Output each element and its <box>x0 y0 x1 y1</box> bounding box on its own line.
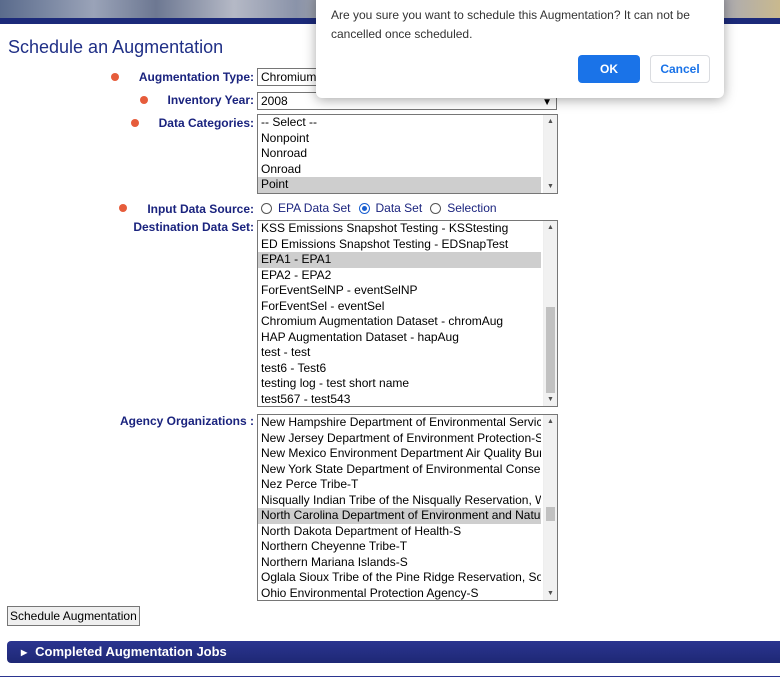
list-item[interactable]: Ohio Environmental Protection Agency-S <box>258 586 541 601</box>
list-item[interactable]: Nez Perce Tribe-T <box>258 477 541 493</box>
radio-data-set[interactable] <box>358 202 370 214</box>
required-asterisk-icon <box>117 202 129 214</box>
list-item[interactable]: KSS Emissions Snapshot Testing - KSStest… <box>258 221 541 237</box>
scrollbar[interactable]: ▲ ▼ <box>543 415 557 600</box>
list-item[interactable]: test6 - Test6 <box>258 361 541 377</box>
list-item[interactable]: HAP Augmentation Dataset - hapAug <box>258 330 541 346</box>
list-item[interactable]: Oglala Sioux Tribe of the Pine Ridge Res… <box>258 570 541 586</box>
list-item[interactable]: testing log - test short name <box>258 376 541 392</box>
ok-button[interactable]: OK <box>578 55 640 83</box>
scroll-down-icon[interactable]: ▼ <box>544 180 557 193</box>
cancel-button[interactable]: Cancel <box>650 55 710 83</box>
scrollbar[interactable]: ▲ ▼ <box>543 221 557 406</box>
destination-data-set-label: Destination Data Set: <box>133 220 254 234</box>
radio-label: Selection <box>447 201 497 215</box>
list-item[interactable]: North Dakota Department of Health-S <box>258 524 541 540</box>
augmentation-type-select[interactable]: Chromium <box>257 68 317 86</box>
list-item[interactable]: Northern Cheyenne Tribe-T <box>258 539 541 555</box>
completed-jobs-label: Completed Augmentation Jobs <box>35 644 227 659</box>
scrollbar-thumb[interactable] <box>546 307 555 393</box>
list-item[interactable]: test567 - test543 <box>258 392 541 407</box>
scroll-up-icon[interactable]: ▲ <box>544 115 557 128</box>
radio-label: EPA Data Set <box>278 201 351 215</box>
list-item[interactable]: New York State Department of Environment… <box>258 462 541 478</box>
scroll-down-icon[interactable]: ▼ <box>544 393 557 406</box>
list-item-selected[interactable]: EPA1 - EPA1 <box>258 252 541 268</box>
list-item[interactable]: New Jersey Department of Environment Pro… <box>258 431 541 447</box>
radio-label: Data Set <box>375 201 423 215</box>
list-item[interactable]: EPA2 - EPA2 <box>258 268 541 284</box>
input-data-source-label: Input Data Source: <box>147 202 254 216</box>
list-item[interactable]: New Hampshire Department of Environmenta… <box>258 415 541 431</box>
list-item-selected[interactable]: Point <box>258 177 541 193</box>
list-item[interactable]: Nonpoint <box>258 131 541 147</box>
scroll-up-icon[interactable]: ▲ <box>544 221 557 234</box>
scrollbar-thumb[interactable] <box>546 507 555 521</box>
schedule-augmentation-button[interactable]: Schedule Augmentation <box>7 606 140 626</box>
required-asterisk-icon <box>109 71 121 83</box>
scroll-up-icon[interactable]: ▲ <box>544 415 557 428</box>
data-categories-listbox[interactable]: -- Select -- Nonpoint Nonroad Onroad Poi… <box>257 114 558 194</box>
scrollbar[interactable]: ▲ ▼ <box>543 115 557 193</box>
page-title: Schedule an Augmentation <box>8 37 224 57</box>
list-item[interactable]: ED Emissions Snapshot Testing - EDSnapTe… <box>258 237 541 253</box>
list-item[interactable]: Nisqually Indian Tribe of the Nisqually … <box>258 493 541 509</box>
agency-organizations-label: Agency Organizations : <box>119 414 254 428</box>
list-item[interactable]: Onroad <box>258 162 541 178</box>
completed-jobs-section-toggle[interactable]: ▶ Completed Augmentation Jobs <box>7 641 780 663</box>
augmentation-type-label: Augmentation Type: <box>138 70 254 84</box>
caret-right-icon: ▶ <box>21 648 28 657</box>
list-item[interactable]: Chromium Augmentation Dataset - chromAug <box>258 314 541 330</box>
agency-organizations-listbox[interactable]: New Hampshire Department of Environmenta… <box>257 414 558 601</box>
input-data-source-radio-group: EPA Data Set Data Set Selection <box>261 201 505 215</box>
data-categories-label: Data Categories: <box>158 116 254 130</box>
list-item[interactable]: -- Select -- <box>258 115 541 131</box>
list-item[interactable]: ForEventSel - eventSel <box>258 299 541 315</box>
destination-data-set-listbox[interactable]: KSS Emissions Snapshot Testing - KSStest… <box>257 220 558 407</box>
list-item[interactable]: test - test <box>258 345 541 361</box>
list-item-selected[interactable]: North Carolina Department of Environment… <box>258 508 541 524</box>
confirm-dialog: Are you sure you want to schedule this A… <box>316 0 724 98</box>
footer-divider <box>0 676 780 677</box>
inventory-year-label: Inventory Year: <box>167 93 254 107</box>
list-item[interactable]: ForEventSelNP - eventSelNP <box>258 283 541 299</box>
radio-selection[interactable] <box>430 202 442 214</box>
confirm-message: Are you sure you want to schedule this A… <box>331 8 690 41</box>
radio-epa-data-set[interactable] <box>261 202 272 214</box>
list-item[interactable]: New Mexico Environment Department Air Qu… <box>258 446 541 462</box>
list-item[interactable]: Northern Mariana Islands-S <box>258 555 541 571</box>
required-asterisk-icon <box>138 94 150 106</box>
scroll-down-icon[interactable]: ▼ <box>544 587 557 600</box>
list-item[interactable]: Nonroad <box>258 146 541 162</box>
